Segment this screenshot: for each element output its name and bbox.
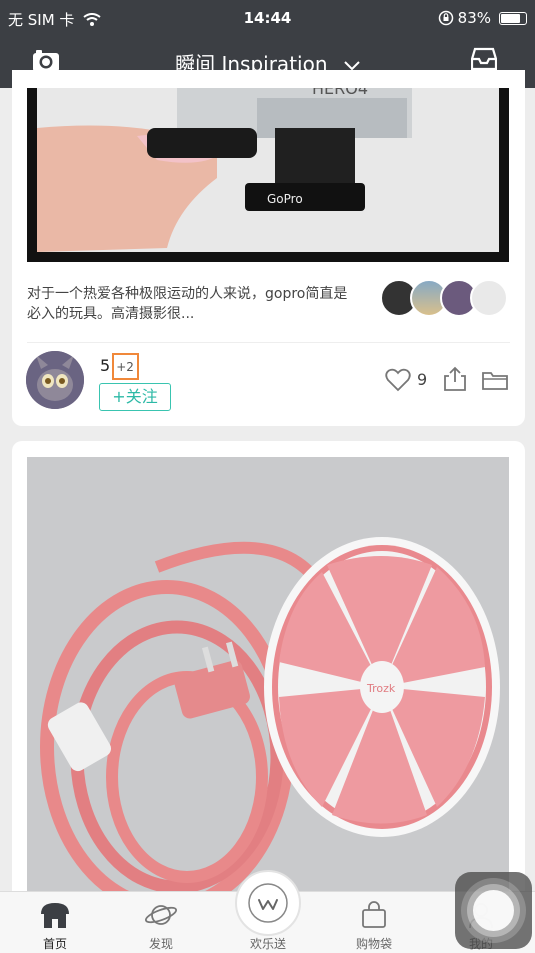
divider [27, 342, 510, 343]
battery-percent: 83% [457, 9, 491, 27]
liker-avatar[interactable] [470, 279, 508, 317]
planet-icon [144, 905, 178, 925]
gopro-brand-text: GoPro [267, 192, 303, 206]
tab-shopping-bag[interactable]: 购物袋 [339, 892, 409, 953]
tab-label: 首页 [42, 937, 67, 951]
clock: 14:44 [243, 9, 292, 27]
huanlesong-button[interactable] [235, 870, 301, 936]
share-icon[interactable] [443, 366, 467, 392]
tab-label: 购物袋 [355, 937, 392, 951]
tab-home[interactable]: 首页 [20, 892, 90, 953]
author-avatar[interactable] [26, 351, 84, 409]
post-card[interactable]: Trozk [12, 441, 525, 921]
home-icon [41, 903, 69, 928]
post-image-power-strip[interactable]: Trozk [27, 457, 509, 921]
extra-count-badge[interactable]: +2 [112, 353, 139, 380]
folder-icon[interactable] [481, 369, 509, 391]
like-count: 9 [417, 370, 428, 389]
post-image-gopro[interactable]: HERO4 GoPro [27, 88, 509, 262]
post-actions: 9 [385, 366, 511, 396]
like-count-line: 5 +2 [100, 353, 139, 380]
assistive-touch-button[interactable] [455, 872, 532, 949]
bag-icon [362, 901, 386, 928]
inbox-icon[interactable] [471, 47, 497, 71]
rotation-lock-icon [438, 10, 454, 26]
tab-discover[interactable]: 发现 [126, 892, 196, 953]
assistive-ring [473, 890, 514, 931]
post-card[interactable]: HERO4 GoPro 对于一个热爱各种极限运动的人来说，gopro简直是必入的… [12, 70, 525, 426]
status-bar: 无 SIM 卡 14:44 83% [0, 0, 535, 38]
count-value: 5 [100, 356, 111, 375]
w-logo-icon [248, 883, 288, 923]
gopro-photo: HERO4 GoPro [27, 88, 509, 262]
heart-icon[interactable] [385, 368, 411, 392]
post-description[interactable]: 对于一个热爱各种极限运动的人来说，gopro简直是必入的玩具。高清摄影很... [27, 284, 357, 324]
tab-label: 发现 [148, 937, 173, 951]
power-strip-photo: Trozk [27, 457, 509, 921]
chevron-down-icon [344, 60, 360, 70]
trozk-brand-text: Trozk [366, 682, 396, 695]
follow-button[interactable]: +关注 [99, 383, 171, 411]
battery-icon [499, 12, 527, 25]
hero4-text: HERO4 [312, 88, 368, 98]
